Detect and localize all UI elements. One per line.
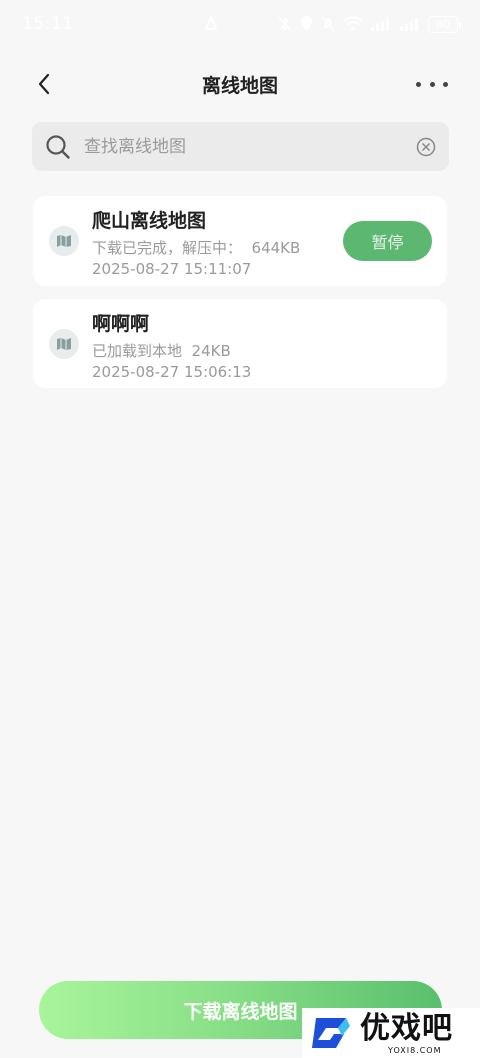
map-icon bbox=[49, 226, 79, 256]
watermark: 优戏吧 YOXI8.COM bbox=[302, 1008, 480, 1058]
mute-icon bbox=[321, 16, 335, 32]
wifi-icon bbox=[343, 16, 363, 31]
search-icon bbox=[44, 133, 72, 161]
app-header: 离线地图 bbox=[0, 56, 480, 112]
battery-indicator: 80 bbox=[428, 15, 461, 33]
signal-icon-2 bbox=[400, 18, 418, 31]
status-bar: 15:11 80 bbox=[0, 0, 480, 48]
back-button[interactable] bbox=[30, 70, 58, 98]
map-item-card[interactable]: 啊啊啊 已加载到本地 24KB 2025-08-27 15:06:13 bbox=[33, 299, 447, 388]
location-icon bbox=[301, 16, 312, 31]
page-title: 离线地图 bbox=[201, 74, 278, 97]
bluetooth-off-icon bbox=[278, 16, 292, 32]
search-bar bbox=[32, 122, 449, 171]
more-dot-icon bbox=[429, 81, 435, 87]
watermark-logo-icon bbox=[312, 1018, 350, 1048]
map-timestamp: 2025-08-27 15:11:07 bbox=[92, 260, 252, 278]
signal-icon bbox=[371, 18, 389, 31]
map-status: 下载已完成，解压中： 644KB bbox=[92, 239, 301, 257]
map-icon bbox=[49, 329, 79, 359]
map-item-card[interactable]: 爬山离线地图 下载已完成，解压中： 644KB 2025-08-27 15:11… bbox=[33, 196, 447, 286]
pause-button[interactable]: 暂停 bbox=[343, 221, 432, 261]
more-dot-icon bbox=[416, 81, 421, 87]
more-dot-icon bbox=[443, 81, 448, 87]
search-input[interactable] bbox=[84, 136, 415, 157]
clear-search-icon[interactable] bbox=[415, 136, 437, 158]
status-icons: 80 bbox=[277, 15, 461, 33]
map-name: 啊啊啊 bbox=[92, 313, 150, 335]
map-name: 爬山离线地图 bbox=[92, 210, 207, 232]
map-timestamp: 2025-08-27 15:06:13 bbox=[92, 363, 252, 381]
watermark-domain: YOXI8.COM bbox=[388, 1045, 442, 1055]
notification-icon bbox=[204, 15, 218, 30]
battery-level: 80 bbox=[436, 17, 450, 31]
status-time: 15:11 bbox=[22, 14, 74, 34]
watermark-text: 优戏吧 bbox=[360, 1010, 453, 1046]
more-options-button[interactable] bbox=[416, 74, 448, 94]
chevron-left-icon bbox=[38, 73, 50, 95]
map-status: 已加载到本地 24KB bbox=[92, 342, 231, 360]
